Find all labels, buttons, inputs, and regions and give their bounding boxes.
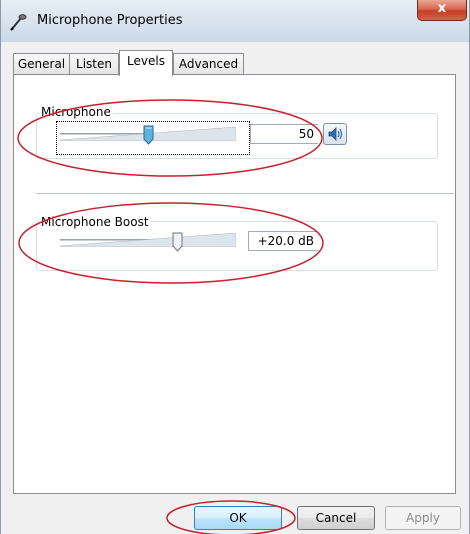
tab-listen[interactable]: Listen xyxy=(69,53,119,75)
microphone-boost-label: Microphone Boost xyxy=(39,215,151,229)
speaker-icon xyxy=(328,127,343,141)
microphone-slider-thumb[interactable] xyxy=(143,125,154,145)
microphone-boost-slider-thumb[interactable] xyxy=(172,232,183,252)
slider-wedge xyxy=(60,233,236,247)
tab-advanced[interactable]: Advanced xyxy=(173,53,244,75)
microphone-icon xyxy=(10,14,27,31)
apply-button[interactable]: Apply xyxy=(385,506,461,530)
window-title: Microphone Properties xyxy=(37,13,183,28)
microphone-label: Microphone xyxy=(39,105,113,119)
section-divider xyxy=(36,193,454,194)
mute-button[interactable] xyxy=(323,123,347,145)
microphone-boost-slider[interactable] xyxy=(60,233,236,247)
cancel-button[interactable]: Cancel xyxy=(297,506,375,530)
microphone-boost-value[interactable]: +20.0 dB xyxy=(248,231,318,251)
ok-button[interactable]: OK xyxy=(194,506,282,530)
levels-panel: Microphone 50 Microphone Boost +20.0 dB xyxy=(13,74,456,494)
properties-window: Microphone Properties x General Listen L… xyxy=(0,0,470,534)
tab-levels[interactable]: Levels xyxy=(119,50,173,76)
tab-general[interactable]: General xyxy=(13,53,70,75)
microphone-level-value[interactable]: 50 xyxy=(250,124,318,144)
title-bar[interactable]: Microphone Properties x xyxy=(1,0,469,42)
close-icon: x xyxy=(437,1,447,16)
close-button[interactable]: x xyxy=(417,0,467,21)
